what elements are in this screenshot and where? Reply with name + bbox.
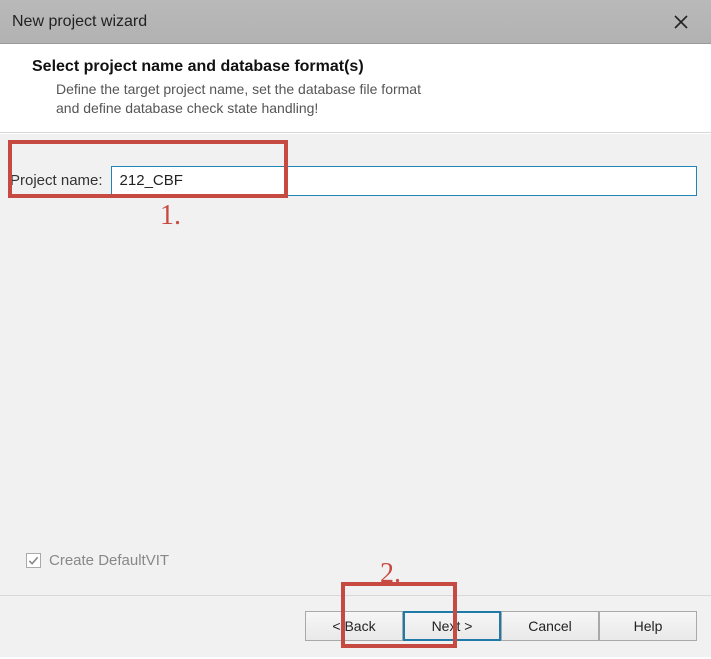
window-title: New project wizard: [12, 13, 663, 31]
project-name-label: Project name:: [10, 172, 103, 189]
wizard-header: Select project name and database format(…: [0, 44, 711, 133]
back-button[interactable]: < Back: [305, 611, 403, 641]
page-description: Define the target project name, set the …: [32, 80, 683, 118]
create-default-vit-label: Create DefaultVIT: [49, 552, 169, 569]
project-name-input[interactable]: [111, 166, 697, 196]
close-icon: [674, 15, 688, 29]
checkmark-icon: [28, 555, 39, 566]
titlebar: New project wizard: [0, 0, 711, 44]
help-button[interactable]: Help: [599, 611, 697, 641]
create-default-vit-checkbox[interactable]: [26, 553, 41, 568]
cancel-button[interactable]: Cancel: [501, 611, 599, 641]
wizard-button-bar: < Back Next > Cancel Help: [0, 595, 711, 657]
create-default-vit-row: Create DefaultVIT: [26, 552, 169, 569]
wizard-content: Project name: Create DefaultVIT: [0, 133, 711, 595]
next-button[interactable]: Next >: [403, 611, 501, 641]
close-button[interactable]: [663, 4, 699, 40]
page-title: Select project name and database format(…: [32, 58, 683, 76]
project-name-row: Project name:: [10, 166, 697, 196]
